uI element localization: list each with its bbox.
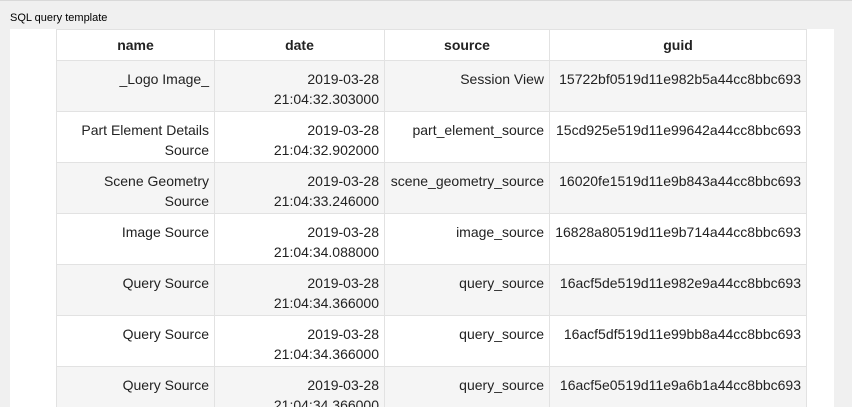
title-bar: SQL query template [0,0,852,29]
date-cell: 2019-03-28 21:04:34.366000 [214,366,385,407]
name-cell: Image Source [56,213,215,265]
date-time: 21:04:32.303000 [273,91,379,107]
guid-cell: 16828a80519d11e9b714a44cc8bbc693 [549,213,807,265]
guid-cell: 16acf5df519d11e99bb8a44cc8bbc693 [549,315,807,367]
date-day: 2019-03-28 [307,326,379,342]
guid-cell: 16acf5e0519d11e9a6b1a44cc8bbc693 [549,366,807,407]
date-day: 2019-03-28 [307,122,379,138]
guid-cell: 15722bf0519d11e982b5a44cc8bbc693 [549,60,807,112]
date-cell: 2019-03-28 21:04:32.303000 [214,60,385,112]
date-cell: 2019-03-28 21:04:34.088000 [214,213,385,265]
date-cell: 2019-03-28 21:04:34.366000 [214,264,385,316]
column-header-name[interactable]: name [56,29,215,61]
table-row[interactable]: Query Source 2019-03-28 21:04:34.366000 q… [56,315,807,367]
source-cell: Session View [384,60,550,112]
table-row[interactable]: Query Source 2019-03-28 21:04:34.366000 q… [56,366,807,407]
name-cell: Query Source [56,264,215,316]
date-day: 2019-03-28 [307,224,379,240]
date-cell: 2019-03-28 21:04:34.366000 [214,315,385,367]
date-day: 2019-03-28 [307,173,379,189]
column-header-date[interactable]: date [214,29,385,61]
name-cell: Scene Geometry Source [56,162,215,214]
table-row[interactable]: Image Source 2019-03-28 21:04:34.088000 i… [56,213,807,265]
date-cell: 2019-03-28 21:04:32.902000 [214,111,385,163]
guid-cell: 15cd925e519d11e99642a44cc8bbc693 [549,111,807,163]
column-header-guid[interactable]: guid [549,29,807,61]
guid-cell: 16020fe1519d11e9b843a44cc8bbc693 [549,162,807,214]
date-cell: 2019-03-28 21:04:33.246000 [214,162,385,214]
source-cell: part_element_source [384,111,550,163]
results-table: name date source guid _Logo Image_ 2019-… [56,29,807,407]
name-cell: Query Source [56,366,215,407]
date-time: 21:04:34.366000 [273,346,379,362]
header-row: name date source guid [56,29,807,61]
date-time: 21:04:34.088000 [273,244,379,260]
date-day: 2019-03-28 [307,71,379,87]
guid-cell: 16acf5de519d11e982e9a44cc8bbc693 [549,264,807,316]
source-cell: query_source [384,366,550,407]
date-time: 21:04:34.366000 [273,295,379,311]
window-title: SQL query template [10,12,108,24]
name-cell: _Logo Image_ [56,60,215,112]
name-cell: Query Source [56,315,215,367]
results-panel[interactable]: name date source guid _Logo Image_ 2019-… [10,29,834,407]
source-cell: query_source [384,264,550,316]
date-time: 21:04:33.246000 [273,193,379,209]
date-day: 2019-03-28 [307,275,379,291]
date-day: 2019-03-28 [307,377,379,393]
table-row[interactable]: Scene Geometry Source 2019-03-28 21:04:33… [56,162,807,214]
column-header-source[interactable]: source [384,29,550,61]
source-cell: image_source [384,213,550,265]
source-cell: scene_geometry_source [384,162,550,214]
name-cell: Part Element Details Source [56,111,215,163]
date-time: 21:04:34.366000 [273,397,379,407]
table-row[interactable]: Query Source 2019-03-28 21:04:34.366000 q… [56,264,807,316]
source-cell: query_source [384,315,550,367]
date-time: 21:04:32.902000 [273,142,379,158]
table-row[interactable]: Part Element Details Source 2019-03-28 21… [56,111,807,163]
table-row[interactable]: _Logo Image_ 2019-03-28 21:04:32.303000 S… [56,60,807,112]
